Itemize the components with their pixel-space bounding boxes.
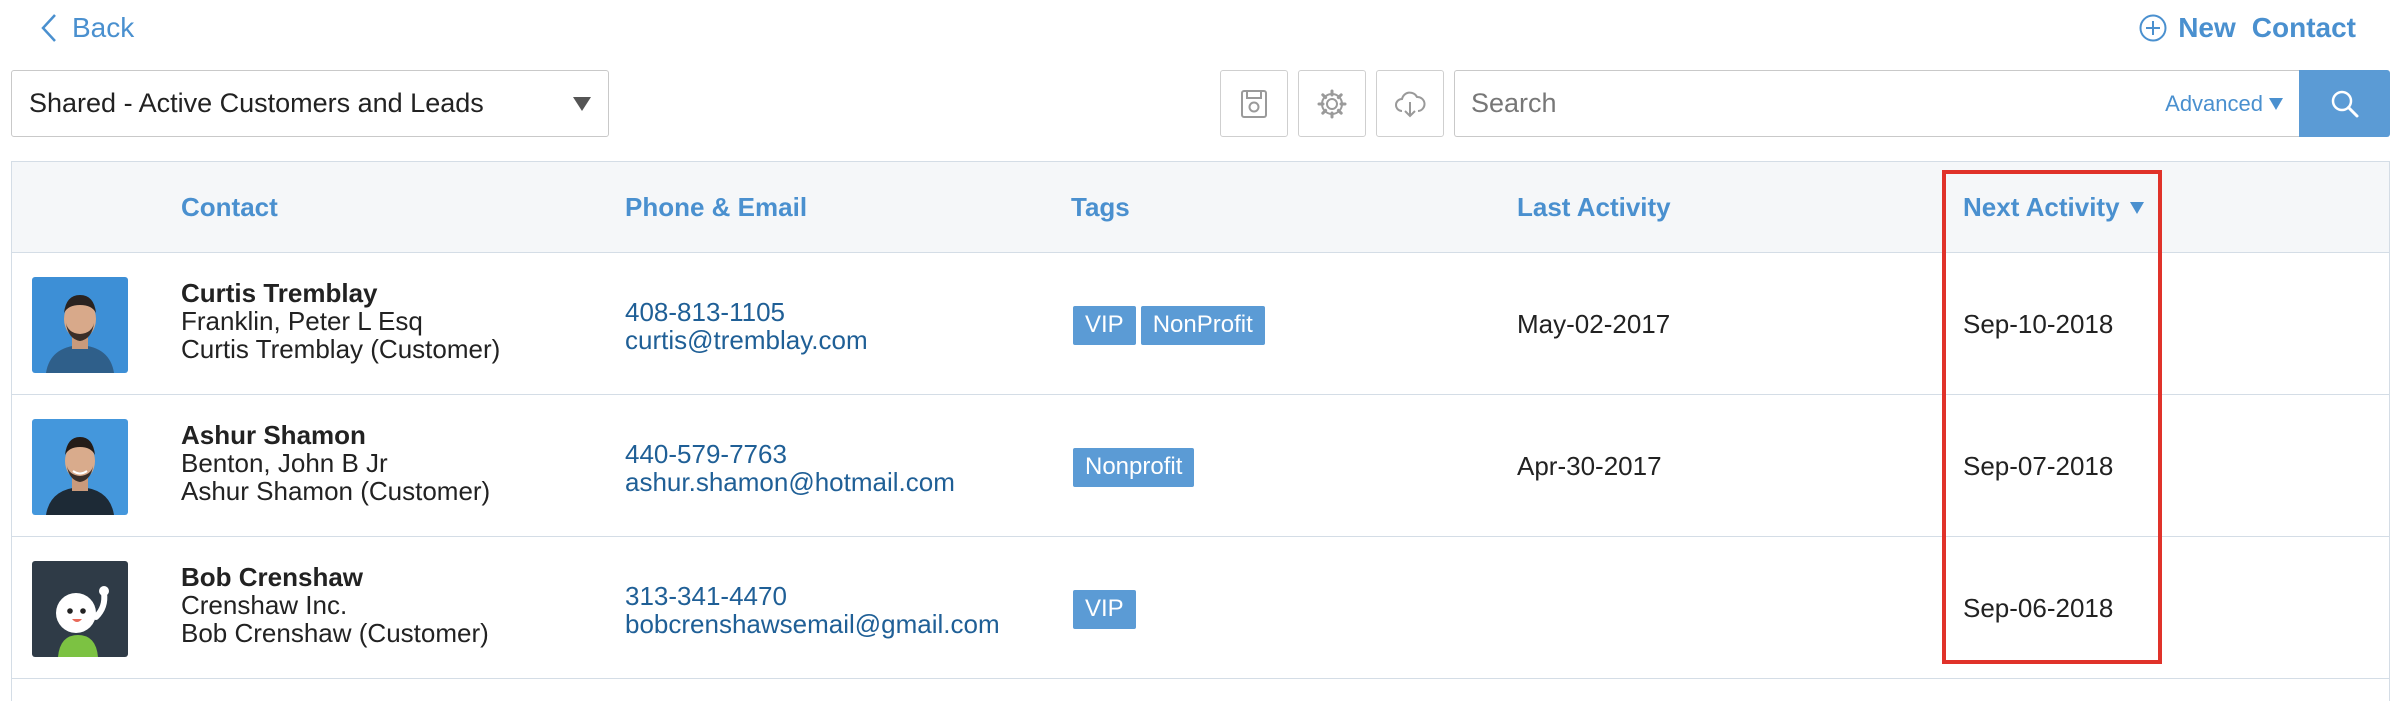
cartoon-avatar-icon — [32, 561, 128, 657]
contact-company: Benton, John B Jr — [181, 448, 388, 478]
tag-badge[interactable]: VIP — [1073, 590, 1136, 629]
new-contact-button[interactable]: New Contact — [2138, 12, 2356, 44]
email-link[interactable]: bobcrenshawsemail@gmail.com — [625, 610, 1000, 638]
tag-badge[interactable]: VIP — [1073, 306, 1136, 345]
table-row[interactable]: Bob Crenshaw Crenshaw Inc. Bob Crenshaw … — [12, 537, 2389, 679]
column-header-label: Tags — [1071, 192, 1130, 222]
gear-icon — [1317, 89, 1347, 118]
advanced-label: Advanced — [2165, 91, 2263, 116]
sort-desc-icon — [2129, 201, 2144, 214]
plus-circle-icon — [2139, 14, 2167, 42]
tags-cell: VIP — [1073, 590, 1136, 629]
next-activity-cell: Sep-10-2018 — [1963, 309, 2114, 339]
column-header-next-activity[interactable]: Next Activity — [1963, 192, 2144, 223]
contact-name[interactable]: Curtis Tremblay — [181, 279, 500, 307]
cloud-download-icon — [1395, 91, 1426, 117]
photo-avatar-icon — [32, 277, 128, 373]
table-row[interactable]: Curtis Tremblay Franklin, Peter L Esq Cu… — [12, 253, 2389, 395]
search-button[interactable] — [2299, 70, 2390, 137]
column-header-label: Phone & Email — [625, 192, 808, 222]
column-header-label: Last Activity — [1517, 192, 1671, 222]
contact-cell: Curtis Tremblay Franklin, Peter L Esq Cu… — [181, 279, 500, 363]
phone-link[interactable]: 440-579-7763 — [625, 440, 955, 468]
view-select-value: Shared - Active Customers and Leads — [29, 88, 484, 118]
avatar[interactable] — [32, 419, 128, 515]
next-activity-cell: Sep-07-2018 — [1963, 451, 2114, 481]
contact-company: Crenshaw Inc. — [181, 590, 348, 620]
new-label: New — [2178, 12, 2236, 43]
column-header-phone-email[interactable]: Phone & Email — [625, 192, 807, 223]
contact-detail: Bob Crenshaw (Customer) — [181, 618, 489, 648]
column-header-label: Contact — [181, 192, 278, 222]
column-header-tags[interactable]: Tags — [1071, 192, 1130, 223]
contact-detail: Curtis Tremblay (Customer) — [181, 334, 501, 364]
contact-detail: Ashur Shamon (Customer) — [181, 476, 491, 506]
search-input[interactable] — [1471, 88, 2071, 119]
contact-label: Contact — [2251, 12, 2356, 43]
email-link[interactable]: ashur.shamon@hotmail.com — [625, 468, 955, 496]
contacts-table: Contact Phone & Email Tags Last Activity… — [11, 161, 2390, 701]
caret-down-icon — [2269, 98, 2283, 110]
last-activity-cell: May-02-2017 — [1517, 309, 1671, 339]
contact-name[interactable]: Bob Crenshaw — [181, 563, 489, 591]
column-header-last-activity[interactable]: Last Activity — [1517, 192, 1671, 223]
advanced-search-toggle[interactable]: Advanced — [2165, 91, 2283, 117]
avatar[interactable] — [32, 561, 128, 657]
column-header-contact[interactable]: Contact — [181, 192, 278, 223]
contact-cell: Ashur Shamon Benton, John B Jr Ashur Sha… — [181, 421, 490, 505]
caret-down-icon — [573, 97, 591, 111]
top-bar: Back New Contact — [0, 0, 2400, 60]
phone-email-cell: 313-341-4470 bobcrenshawsemail@gmail.com — [625, 582, 1000, 638]
avatar[interactable] — [32, 277, 128, 373]
contact-name[interactable]: Ashur Shamon — [181, 421, 490, 449]
contact-cell: Bob Crenshaw Crenshaw Inc. Bob Crenshaw … — [181, 563, 489, 647]
phone-link[interactable]: 408-813-1105 — [625, 298, 868, 326]
table-row[interactable]: Ashur Shamon Benton, John B Jr Ashur Sha… — [12, 395, 2389, 537]
download-button[interactable] — [1376, 70, 1444, 137]
column-header-label: Next Activity — [1963, 192, 2120, 222]
save-icon — [1241, 89, 1267, 118]
save-view-button[interactable] — [1220, 70, 1288, 137]
next-activity-cell: Sep-06-2018 — [1963, 593, 2114, 623]
tags-cell: VIP NonProfit — [1073, 306, 1265, 345]
phone-email-cell: 440-579-7763 ashur.shamon@hotmail.com — [625, 440, 955, 496]
search-box: Advanced — [1454, 70, 2299, 137]
email-link[interactable]: curtis@tremblay.com — [625, 326, 868, 354]
phone-email-cell: 408-813-1105 curtis@tremblay.com — [625, 298, 868, 354]
filter-bar: Shared - Active Customers and Leads Sear… — [0, 70, 2400, 140]
contact-company: Franklin, Peter L Esq — [181, 306, 423, 336]
tags-cell: Nonprofit — [1073, 448, 1195, 487]
search-icon — [2331, 90, 2358, 117]
settings-button[interactable] — [1298, 70, 1366, 137]
photo-avatar-icon — [32, 419, 128, 515]
last-activity-cell: Apr-30-2017 — [1517, 451, 1662, 481]
back-link[interactable]: Back — [40, 12, 134, 44]
back-label: Back — [72, 12, 135, 43]
tag-badge[interactable]: NonProfit — [1140, 306, 1265, 345]
chevron-left-icon — [41, 14, 56, 42]
phone-link[interactable]: 313-341-4470 — [625, 582, 1000, 610]
view-select[interactable]: Shared - Active Customers and Leads — [11, 70, 609, 137]
table-header: Contact Phone & Email Tags Last Activity… — [12, 162, 2389, 253]
tag-badge[interactable]: Nonprofit — [1073, 448, 1195, 487]
